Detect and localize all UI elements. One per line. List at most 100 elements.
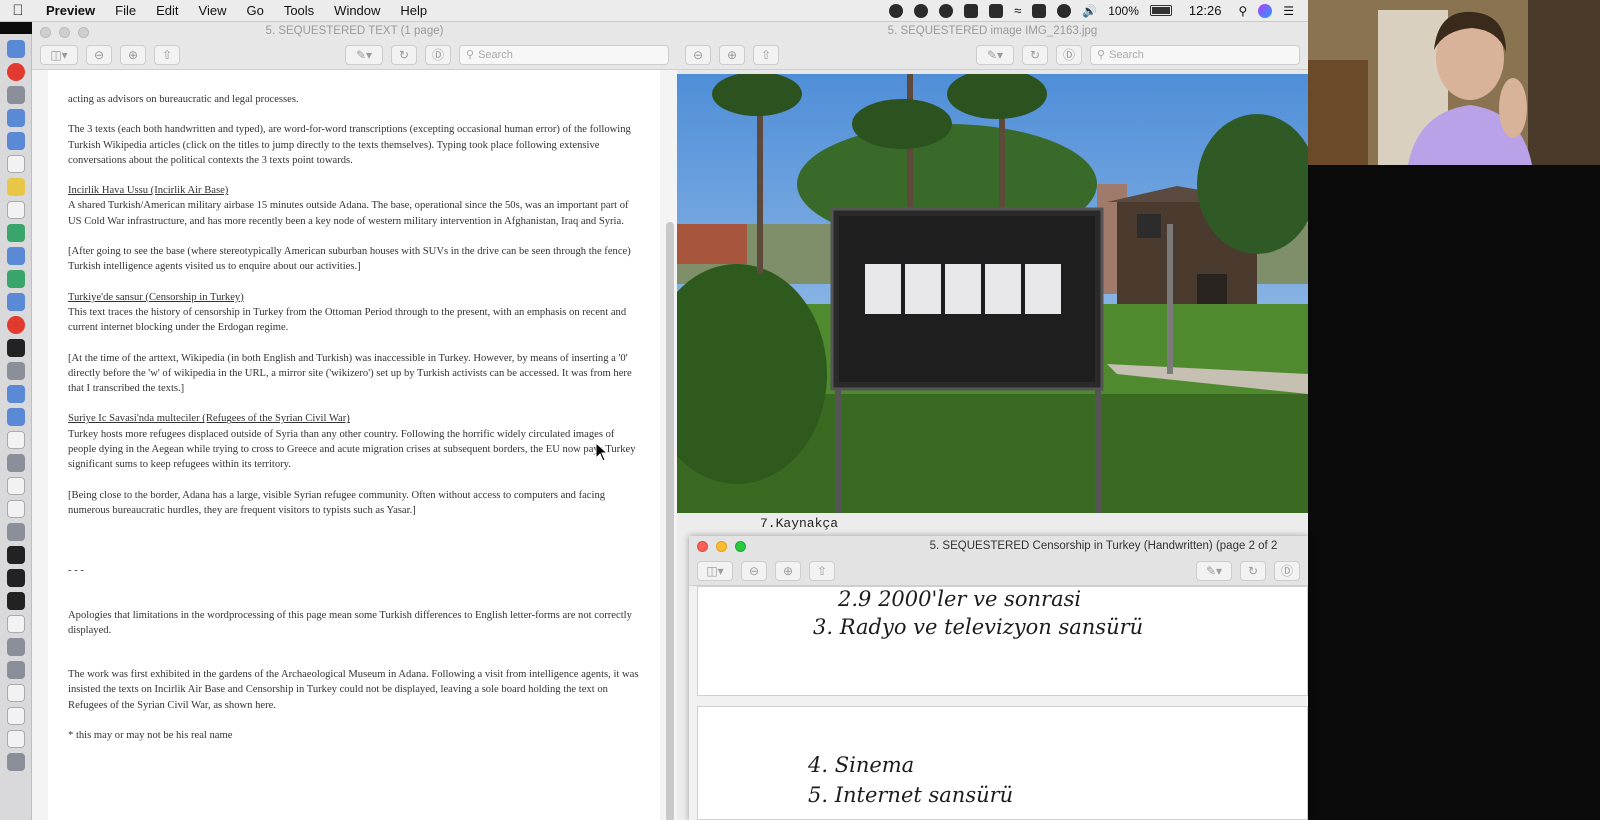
document-thumb-icon[interactable]	[6, 500, 25, 518]
zoom-button[interactable]	[78, 27, 89, 38]
handwritten-window-titlebar[interactable]: 5. SEQUESTERED Censorship in Turkey (Han…	[689, 536, 1308, 556]
music-icon[interactable]	[6, 316, 25, 334]
close-button[interactable]	[40, 27, 51, 38]
zoom-in-icon[interactable]: ⊕	[719, 44, 745, 65]
keyboard-icon[interactable]	[1032, 3, 1047, 18]
menu-view[interactable]: View	[189, 3, 237, 18]
airplay-icon[interactable]	[989, 3, 1004, 18]
menu-help[interactable]: Help	[390, 3, 437, 18]
magnifier-icon: ⚲	[1097, 49, 1106, 61]
siri-icon[interactable]	[1258, 3, 1273, 18]
clock[interactable]: 12:26	[1189, 3, 1222, 18]
calendar-icon[interactable]	[6, 155, 25, 173]
status-check-icon[interactable]	[889, 3, 904, 18]
share-icon[interactable]: ⇧	[154, 44, 180, 65]
document-thumb-icon[interactable]	[6, 615, 25, 633]
menu-edit[interactable]: Edit	[146, 3, 188, 18]
image-thumb-icon[interactable]	[6, 638, 25, 656]
trash-icon[interactable]	[6, 753, 25, 771]
creative-cloud-icon[interactable]	[914, 3, 929, 18]
screen-thumb-icon[interactable]	[6, 592, 25, 610]
doc-paragraph: acting as advisors on bureaucratic and l…	[68, 94, 299, 105]
zoom-out-icon[interactable]: ⊖	[685, 44, 711, 65]
minimize-button[interactable]	[59, 27, 70, 38]
mail-icon[interactable]	[6, 132, 25, 150]
doc-link-incirlik[interactable]: Incirlik Hava Ussu (Incirlik Air Base)	[68, 183, 640, 198]
launchpad-icon[interactable]	[6, 86, 25, 104]
zoom-in-icon[interactable]: ⊕	[775, 560, 801, 581]
display-icon[interactable]	[964, 3, 979, 18]
volume-icon[interactable]: 🔊	[1082, 4, 1097, 18]
doc-link-censorship[interactable]: Turkiye'de sansur (Censorship in Turkey)	[68, 290, 640, 305]
menu-tools[interactable]: Tools	[274, 3, 324, 18]
doc-link-refugees[interactable]: Suriye Ic Savasi'nda multeciler (Refugee…	[68, 411, 640, 426]
search-field[interactable]: ⚲ Search	[459, 44, 669, 65]
doc-paragraph: [At the time of the arttext, Wikipedia (…	[68, 352, 632, 395]
pencil-icon[interactable]: ✎▾	[345, 44, 383, 65]
notification-center-icon[interactable]: ☰	[1283, 4, 1294, 18]
pencil-icon[interactable]: ✎▾	[1196, 560, 1232, 581]
maps-icon[interactable]	[6, 224, 25, 242]
share-icon[interactable]: ⇧	[809, 560, 835, 581]
markup-icon[interactable]: Ⓓ	[425, 44, 451, 65]
safari-icon[interactable]	[6, 109, 25, 127]
pencil-icon[interactable]: ✎▾	[976, 44, 1014, 65]
text-window-titlebar[interactable]: 5. SEQUESTERED TEXT (1 page)	[32, 22, 677, 40]
spotlight-icon[interactable]: ⚲	[1238, 4, 1247, 18]
menu-window[interactable]: Window	[324, 3, 390, 18]
terminal-thumb-icon[interactable]	[6, 569, 25, 587]
document-thumb-icon[interactable]	[6, 707, 25, 725]
document-thumb-icon[interactable]	[6, 477, 25, 495]
preview-icon[interactable]	[6, 339, 25, 357]
close-button[interactable]	[697, 541, 708, 552]
menu-go[interactable]: Go	[236, 3, 273, 18]
time-machine-icon[interactable]	[1057, 3, 1072, 18]
document-thumb-icon[interactable]	[6, 730, 25, 748]
menu-file[interactable]: File	[105, 3, 146, 18]
apple-icon[interactable]: 	[0, 2, 36, 19]
markup-icon[interactable]: Ⓓ	[1274, 560, 1300, 581]
markup-icon[interactable]: Ⓓ	[1056, 44, 1082, 65]
webcam-feed	[1308, 0, 1600, 165]
image-thumb-icon[interactable]	[6, 661, 25, 679]
battery-icon[interactable]	[1149, 5, 1172, 16]
image-window-toolbar: ⊖ ⊕ ⇧ ✎▾ ↻ Ⓓ ⚲ Search	[677, 40, 1308, 70]
status-area: ≈ 🔊 100% 12:26 ⚲ ☰	[889, 3, 1308, 18]
image-thumb-icon[interactable]	[6, 523, 25, 541]
rotate-icon[interactable]: ↻	[1022, 44, 1048, 65]
keynote-icon[interactable]	[6, 293, 25, 311]
zoom-in-icon[interactable]: ⊕	[120, 44, 146, 65]
cloud-upload-icon[interactable]	[939, 3, 954, 18]
image-thumb-icon[interactable]	[6, 546, 25, 564]
battery-percent: 100%	[1108, 3, 1139, 18]
photos-icon[interactable]	[6, 247, 25, 265]
menu-app-name[interactable]: Preview	[36, 3, 105, 18]
rotate-icon[interactable]: ↻	[391, 44, 417, 65]
zoom-button[interactable]	[735, 541, 746, 552]
skype-icon[interactable]	[6, 408, 25, 426]
share-icon[interactable]: ⇧	[753, 44, 779, 65]
document-thumb-icon[interactable]	[6, 684, 25, 702]
sidebar-icon[interactable]: ◫▾	[697, 560, 733, 581]
image-window-titlebar[interactable]: 5. SEQUESTERED image IMG_2163.jpg	[677, 22, 1308, 40]
system-preferences-icon[interactable]	[6, 362, 25, 380]
image-thumb-icon[interactable]	[6, 454, 25, 472]
image-window: 5. SEQUESTERED image IMG_2163.jpg ⊖ ⊕ ⇧ …	[677, 22, 1308, 513]
wifi-icon[interactable]: ≈	[1014, 3, 1021, 18]
zoom-icon[interactable]	[6, 385, 25, 403]
document-thumb-icon[interactable]	[6, 431, 25, 449]
minimize-button[interactable]	[716, 541, 727, 552]
zoom-out-icon[interactable]: ⊖	[86, 44, 112, 65]
dock	[0, 34, 32, 820]
finder-icon[interactable]	[6, 40, 25, 58]
reminders-icon[interactable]	[6, 201, 25, 219]
zoom-out-icon[interactable]: ⊖	[741, 560, 767, 581]
opera-icon[interactable]	[6, 63, 25, 81]
sidebar-icon[interactable]: ◫▾	[40, 44, 78, 65]
search-field[interactable]: ⚲ Search	[1090, 44, 1300, 65]
vertical-scrollbar[interactable]	[666, 222, 674, 820]
numbers-icon[interactable]	[6, 270, 25, 288]
doc-paragraph: [After going to see the base (where ster…	[68, 246, 631, 273]
notes-icon[interactable]	[6, 178, 25, 196]
rotate-icon[interactable]: ↻	[1240, 560, 1266, 581]
